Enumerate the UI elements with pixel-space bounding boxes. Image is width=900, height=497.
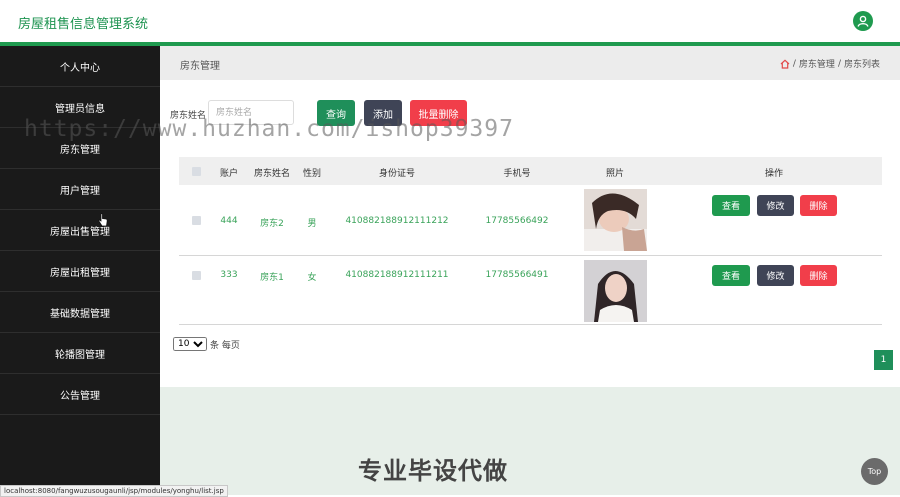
back-to-top-button[interactable]: Top [861, 458, 888, 485]
edit-button[interactable]: 修改 [757, 265, 794, 286]
per-page-label: 条 每页 [210, 340, 240, 351]
page-size-select[interactable]: 10 [173, 337, 207, 351]
sidebar-item-basic-data[interactable]: 基础数据管理 [0, 292, 160, 333]
table-row: 444 房东2 男 410882188912111212 17785566492… [179, 185, 882, 256]
landlord-photo [584, 189, 647, 251]
column-header-actions: 操作 [764, 169, 784, 179]
cell-gender: 女 [307, 273, 317, 283]
breadcrumb-separator: / [792, 58, 796, 69]
breadcrumb-landlord-list: 房东列表 [843, 60, 880, 70]
edit-button[interactable]: 修改 [757, 195, 794, 216]
sidebar-item-house-rent[interactable]: 房屋出租管理 [0, 251, 160, 292]
breadcrumb-separator: / [837, 58, 841, 69]
main-content: 房东管理 / 房东管理 / 房东列表 房东姓名 查询 添加 批量删除 账户 房东… [160, 46, 900, 495]
status-bar-url: localhost:8080/fangwuzusougaunli/jsp/mod… [0, 485, 228, 497]
cell-phone: 17785566491 [485, 270, 549, 280]
home-icon[interactable] [780, 58, 790, 69]
top-bar: 房屋租售信息管理系统 [0, 0, 900, 42]
landlord-photo [584, 260, 647, 322]
page-size-control: 10 条 每页 [173, 337, 240, 351]
breadcrumb-landlord-management[interactable]: 房东管理 [799, 57, 835, 70]
app-title: 房屋租售信息管理系统 [18, 17, 149, 32]
sidebar-item-user-management[interactable]: 用户管理 [0, 169, 160, 210]
column-header-account: 账户 [219, 169, 239, 179]
column-header-photo: 照片 [605, 169, 625, 179]
row-checkbox[interactable] [192, 216, 201, 225]
view-button[interactable]: 查看 [712, 195, 750, 216]
cell-account: 444 [220, 216, 238, 226]
page-title: 房东管理 [180, 61, 220, 72]
pagination-page-1[interactable]: 1 [874, 350, 893, 370]
landlord-table: 账户 房东姓名 性别 身份证号 手机号 照片 操作 444 房东2 男 4108… [179, 157, 882, 325]
sidebar-item-carousel[interactable]: 轮播图管理 [0, 333, 160, 374]
cell-gender: 男 [307, 219, 317, 229]
delete-button[interactable]: 删除 [800, 195, 837, 216]
breadcrumb: / 房东管理 / 房东列表 [780, 57, 880, 70]
breadcrumb-bar: 房东管理 / 房东管理 / 房东列表 [160, 46, 900, 80]
cell-phone: 17785566492 [485, 216, 549, 226]
user-avatar-button[interactable] [853, 11, 873, 31]
column-header-id-number: 身份证号 [378, 169, 416, 179]
table-row: 333 房东1 女 410882188912111211 17785566491… [179, 256, 882, 326]
select-all-checkbox[interactable] [192, 167, 201, 176]
delete-button[interactable]: 删除 [800, 265, 837, 286]
watermark-text: https://www.huzhan.com/ishop39397 [24, 116, 514, 142]
sidebar: 个人中心 管理员信息 房东管理 用户管理 房屋出售管理 房屋出租管理 基础数据管… [0, 46, 160, 495]
cell-account: 333 [220, 270, 238, 280]
row-checkbox[interactable] [192, 271, 201, 280]
table-header: 账户 房东姓名 性别 身份证号 手机号 照片 操作 [179, 157, 882, 185]
cell-name: 房东1 [260, 273, 284, 283]
promo-text: 专业毕设代做 [358, 457, 508, 485]
column-header-gender: 性别 [302, 169, 322, 179]
cell-id-number: 410882188912111211 [345, 270, 449, 280]
view-button[interactable]: 查看 [712, 265, 750, 286]
cell-id-number: 410882188912111212 [345, 216, 449, 226]
sidebar-item-house-sale[interactable]: 房屋出售管理 [0, 210, 160, 251]
sidebar-item-announcements[interactable]: 公告管理 [0, 374, 160, 415]
sidebar-item-personal-center[interactable]: 个人中心 [0, 46, 160, 87]
user-icon [857, 15, 869, 27]
lower-panel: 专业毕设代做 [160, 387, 900, 495]
column-header-phone: 手机号 [503, 169, 531, 179]
cell-name: 房东2 [260, 219, 284, 229]
column-header-name: 房东姓名 [253, 169, 291, 179]
hand-cursor-icon [98, 213, 108, 227]
